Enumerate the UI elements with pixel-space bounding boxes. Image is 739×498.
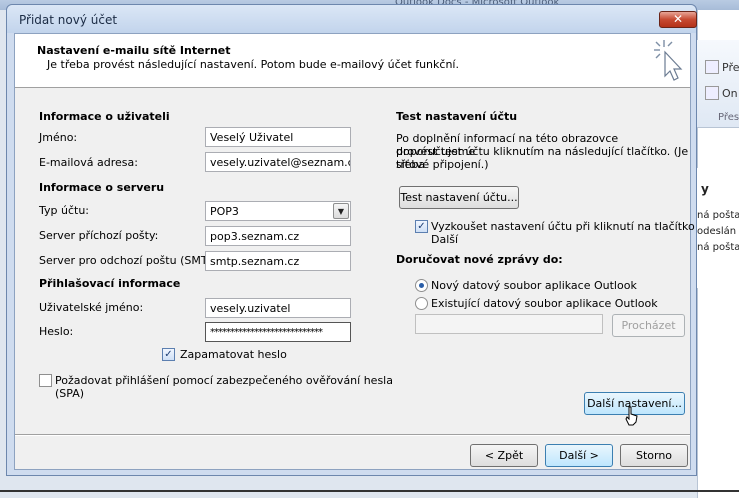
wizard-sparkle-icon [654,40,683,81]
ribbon-item-2[interactable]: On [705,86,738,100]
spa-label: Požadovat přihlášení pomocí zabezpečenéh… [55,374,393,387]
folder-list-item[interactable]: odeslán [697,226,736,237]
server-info-heading: Informace o serveru [39,181,165,194]
existing-data-file-label: Existující datový soubor aplikace Outloo… [431,297,658,310]
chevron-down-icon[interactable]: ▼ [333,203,349,219]
data-file-path-input[interactable] [415,314,603,334]
new-data-file-label: Nový datový soubor aplikace Outlook [431,279,637,292]
header-title: Nastavení e-mailu sítě Internet [37,44,231,57]
existing-data-file-radio[interactable] [415,297,428,310]
folder-list-item[interactable]: ná pošta [697,242,739,253]
spa-checkbox[interactable] [39,374,52,387]
incoming-server-input[interactable]: pop3.seznam.cz [205,226,351,246]
test-description-3: síťové připojení.) [396,158,489,171]
auto-test-label-2: Další [431,233,459,246]
cancel-button[interactable]: Storno [620,444,688,467]
email-input[interactable]: vesely.uzivatel@seznam.cz [205,152,351,172]
delivery-heading: Doručovat nové zprávy do: [396,253,563,266]
incoming-server-label: Server příchozí pošty: [39,229,159,242]
next-button[interactable]: Další > [545,444,613,467]
user-info-heading: Informace o uživateli [39,110,170,123]
add-account-dialog: Přidat nový účet ✕ Nastavení e-mailu sít… [6,4,697,476]
bottom-line [0,490,739,492]
account-type-value: POP3 [210,205,239,218]
folder-list-heading: y [701,182,709,196]
mouse-pointer-icon [625,406,638,426]
ribbon-icon [705,86,719,100]
test-account-button[interactable]: Test nastavení účtu... [399,186,519,209]
login-info-heading: Přihlašovací informace [39,277,181,290]
browse-button[interactable]: Procházet [612,314,685,337]
name-input[interactable]: Veselý Uživatel [205,127,351,147]
auto-test-label: Vyzkoušet nastavení účtu při kliknutí na… [431,220,695,233]
name-label: Jméno: [39,131,78,144]
ribbon-item-1[interactable]: Pře [705,60,739,74]
close-button[interactable]: ✕ [659,11,697,28]
back-button[interactable]: < Zpět [470,444,538,467]
dialog-header: Nastavení e-mailu sítě Internet Je třeba… [15,34,690,88]
folder-list-item[interactable]: ná pošta [697,210,739,221]
account-type-label: Typ účtu: [39,204,90,217]
header-subtitle: Je třeba provést následující nastavení. … [47,58,459,71]
dialog-title: Přidat nový účet [19,13,118,27]
password-input[interactable]: **************************** [205,322,351,342]
auto-test-checkbox[interactable]: ✓ [415,220,428,233]
remember-password-label: Zapamatovat heslo [180,348,287,361]
email-label: E-mailová adresa: [39,156,138,169]
outgoing-server-input[interactable]: smtp.seznam.cz [205,251,351,271]
password-label: Heslo: [39,325,74,338]
outgoing-server-label: Server pro odchozí poštu (SMTP): [39,254,223,267]
ribbon-group-label: Přes [718,112,739,123]
ribbon-icon [705,60,719,74]
remember-password-checkbox[interactable]: ✓ [162,348,175,361]
new-data-file-radio[interactable] [415,279,428,292]
account-type-select[interactable]: POP3 ▼ [205,201,351,221]
username-input[interactable]: vesely.uzivatel [205,298,351,318]
username-label: Uživatelské jméno: [39,301,144,314]
close-icon: ✕ [672,12,684,26]
spa-label-2: (SPA) [55,387,85,400]
footer-divider [15,434,690,436]
test-settings-heading: Test nastavení účtu [396,110,518,123]
dialog-client-area: Nastavení e-mailu sítě Internet Je třeba… [14,33,695,470]
dialog-titlebar[interactable]: Přidat nový účet ✕ [7,5,697,33]
